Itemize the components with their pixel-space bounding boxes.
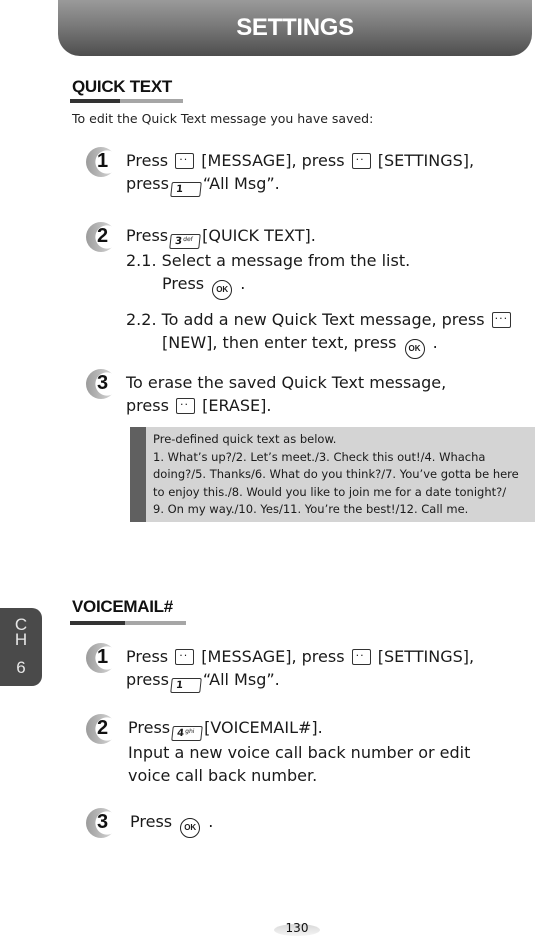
section-intro: To edit the Quick Text message you have … [72,111,374,126]
left-soft-key-icon [175,644,195,667]
page-title: SETTINGS [236,14,354,41]
note-text: Pre-defined quick text as below. 1. What… [153,432,519,516]
right-soft-key-icon [491,307,511,330]
left-soft-key-icon [351,644,371,667]
step-text: Press 3def [QUICK TEXT]. 2.1. Select a mes… [126,224,513,359]
section-underline [70,99,183,103]
step-number-badge: 3 [86,808,116,838]
step-number-badge: 1 [86,147,116,177]
page-number-badge: 130 [274,920,320,937]
key-4-icon: 4ghi [171,726,203,741]
step-number-badge: 2 [86,714,116,744]
chapter-tab: C H 6 [0,608,42,686]
page-number: 130 [285,921,309,935]
ok-key-icon: OK [404,339,425,359]
section-title-quick-text: QUICK TEXT [72,77,172,96]
section-underline [70,621,186,625]
step-text: Press [MESSAGE], press [SETTINGS], press… [126,148,474,197]
left-soft-key-icon [176,393,195,416]
key-1-icon: 1 [170,678,202,693]
ok-key-icon: OK [180,818,201,838]
key-1-icon: 1 [170,182,202,197]
page-header: SETTINGS [58,0,532,56]
step-text: Press OK . [130,810,213,838]
section-title-voicemail: VOICEMAIL# [72,597,173,616]
step-number-badge: 3 [86,369,116,399]
ok-key-icon: OK [212,280,233,300]
note-accent-bar [130,427,146,522]
step-text: Press 4ghi [VOICEMAIL#]. Input a new voice… [128,718,471,785]
predefined-quick-text-note: Pre-defined quick text as below. 1. What… [130,427,535,522]
left-soft-key-icon [351,148,371,171]
step-text: To erase the saved Quick Text message, p… [126,371,446,417]
left-soft-key-icon [175,148,195,171]
key-3-icon: 3def [169,234,201,249]
step-text: Press [MESSAGE], press [SETTINGS], press… [126,644,474,693]
step-number-badge: 1 [86,643,116,673]
step-number-badge: 2 [86,222,116,252]
